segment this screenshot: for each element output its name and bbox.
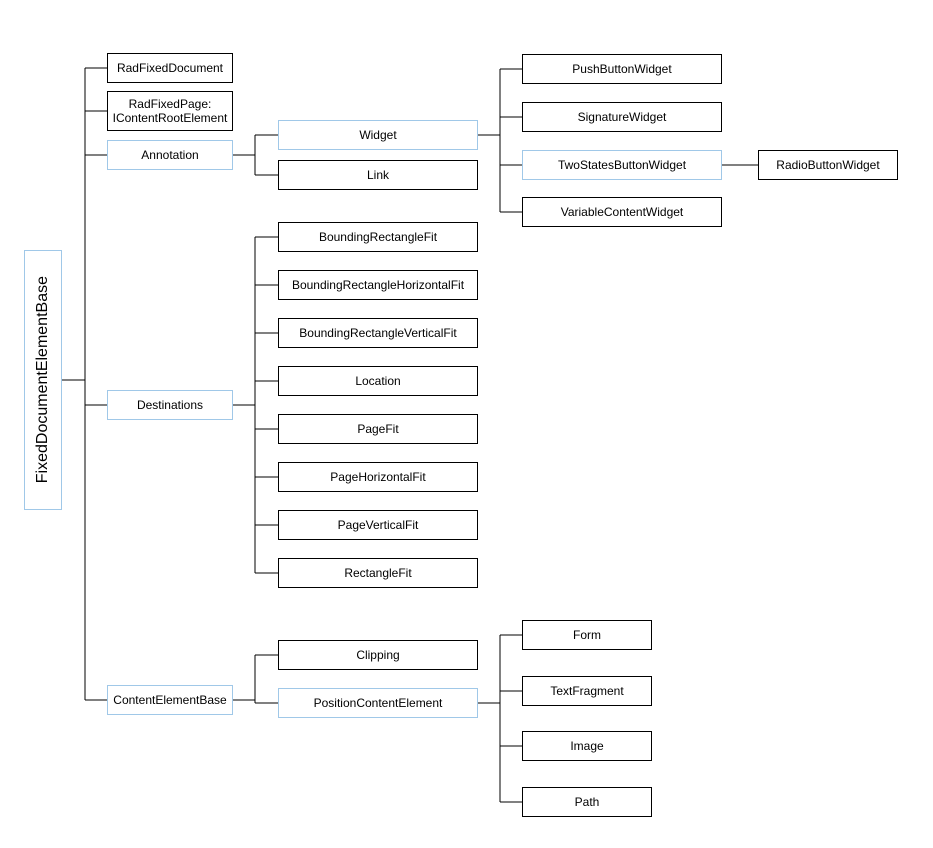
node-form: Form <box>522 620 652 650</box>
node-page-horizontal-fit: PageHorizontalFit <box>278 462 478 492</box>
node-widget: Widget <box>278 120 478 150</box>
node-variable-content-widget: VariableContentWidget <box>522 197 722 227</box>
node-link: Link <box>278 160 478 190</box>
node-rectangle-fit: RectangleFit <box>278 558 478 588</box>
node-page-fit: PageFit <box>278 414 478 444</box>
node-bounding-rectangle-vertical-fit: BoundingRectangleVerticalFit <box>278 318 478 348</box>
node-path: Path <box>522 787 652 817</box>
node-image: Image <box>522 731 652 761</box>
node-annotation: Annotation <box>107 140 233 170</box>
node-two-states-button-widget: TwoStatesButtonWidget <box>522 150 722 180</box>
node-rad-fixed-document: RadFixedDocument <box>107 53 233 83</box>
node-bounding-rectangle-fit: BoundingRectangleFit <box>278 222 478 252</box>
node-destinations: Destinations <box>107 390 233 420</box>
node-clipping: Clipping <box>278 640 478 670</box>
node-radio-button-widget: RadioButtonWidget <box>758 150 898 180</box>
node-push-button-widget: PushButtonWidget <box>522 54 722 84</box>
node-page-vertical-fit: PageVerticalFit <box>278 510 478 540</box>
node-signature-widget: SignatureWidget <box>522 102 722 132</box>
node-rad-fixed-page: RadFixedPage: IContentRootElement <box>107 91 233 131</box>
node-label: FixedDocumentElementBase <box>34 276 52 483</box>
node-location: Location <box>278 366 478 396</box>
node-position-content-element: PositionContentElement <box>278 688 478 718</box>
node-text-fragment: TextFragment <box>522 676 652 706</box>
node-bounding-rectangle-horizontal-fit: BoundingRectangleHorizontalFit <box>278 270 478 300</box>
node-fixed-document-element-base: FixedDocumentElementBase <box>24 250 62 510</box>
diagram-canvas: FixedDocumentElementBase RadFixedDocumen… <box>0 0 933 848</box>
node-content-element-base: ContentElementBase <box>107 685 233 715</box>
